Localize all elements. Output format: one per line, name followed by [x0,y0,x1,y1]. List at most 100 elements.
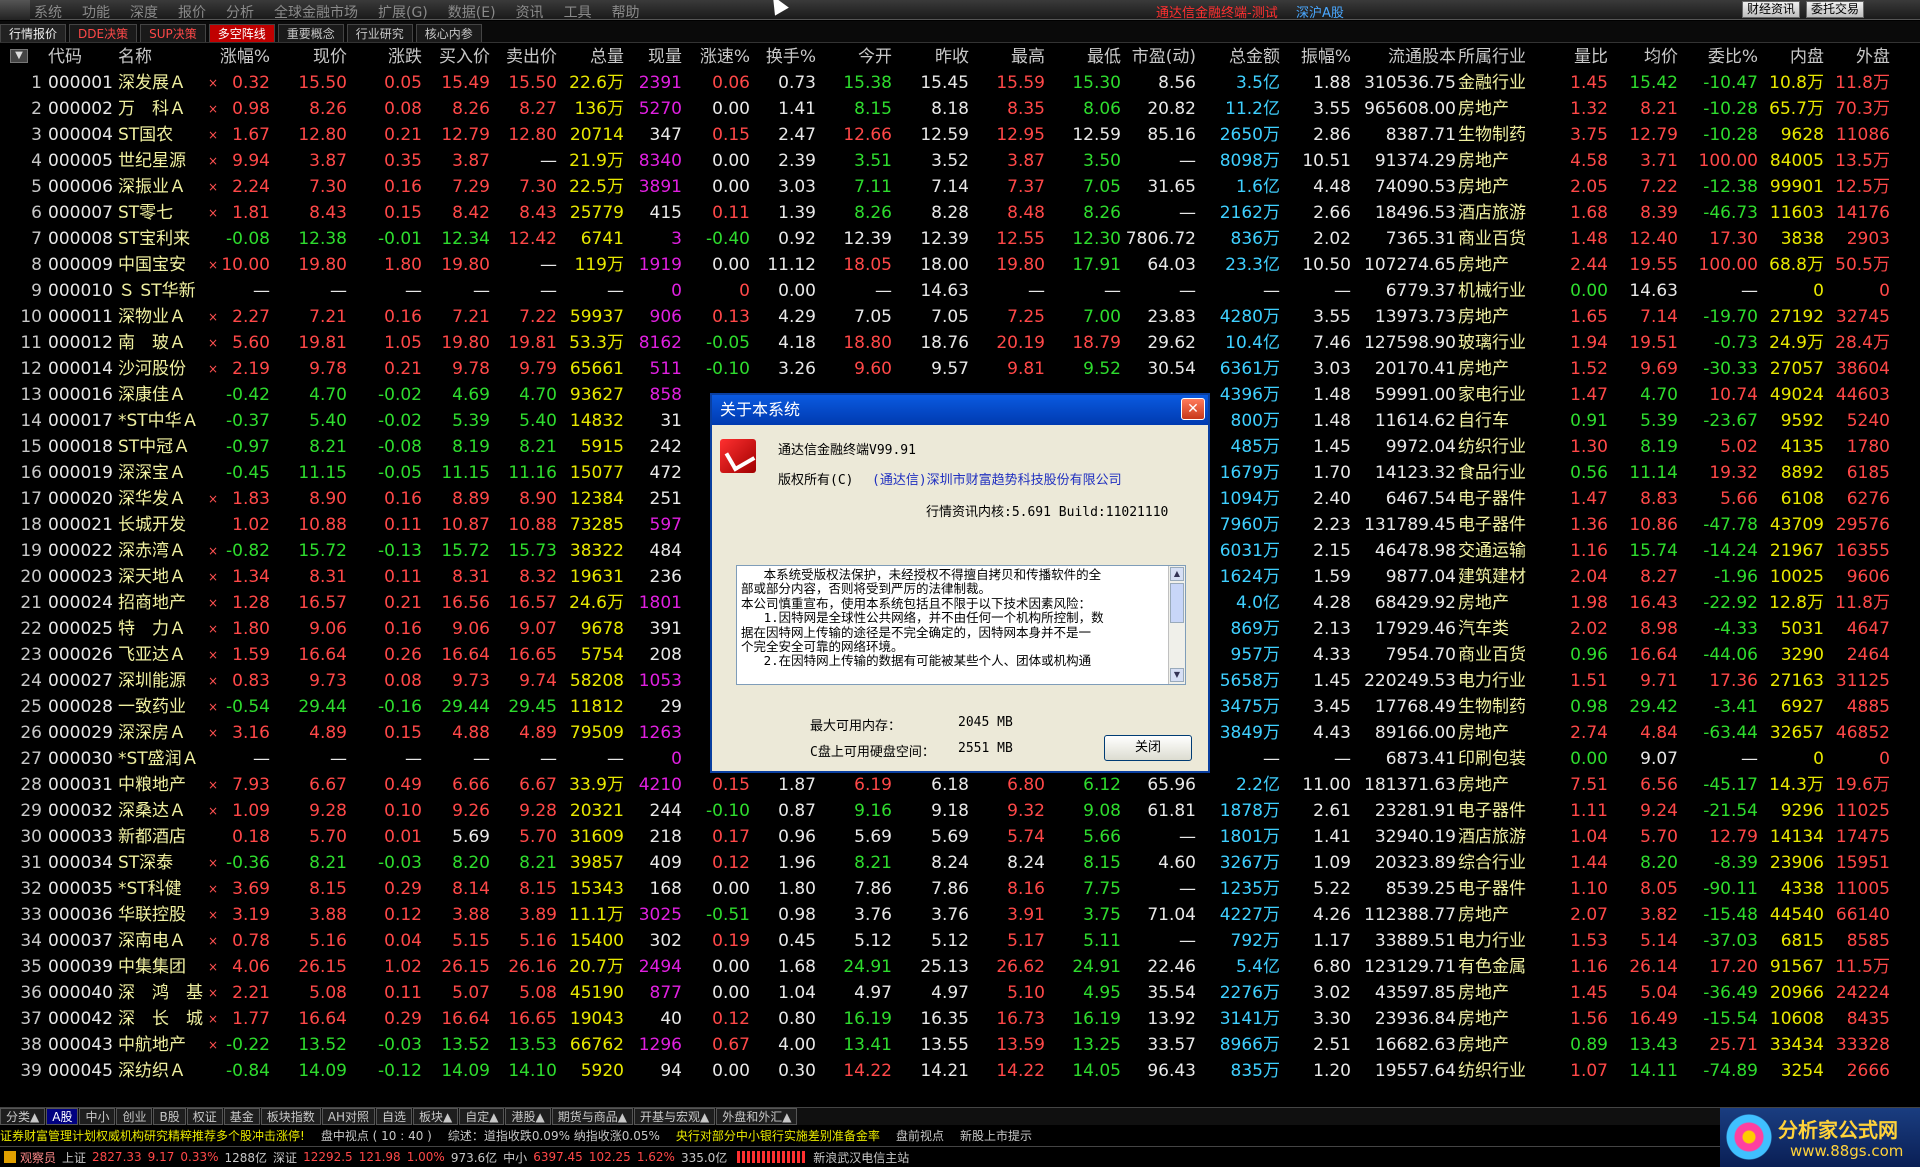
menu-item[interactable]: 分析 [226,2,254,22]
menu-item[interactable]: 深度 [130,2,158,22]
column-header[interactable]: 现量 [626,44,682,70]
tab-item[interactable]: 行业研究 [346,24,413,42]
column-header[interactable]: 所属行业 [1458,44,1554,70]
column-header[interactable]: 最低 [1056,44,1121,70]
table-row[interactable]: 38 000043 中航地产 -0.22 13.52 -0.03 13.52 13.53 667… [0,1032,1920,1058]
tab-item[interactable]: DDE决策 [69,24,138,42]
tab-item[interactable]: SUP决策 [140,24,206,42]
column-header[interactable]: 买入价 [432,44,490,70]
table-row[interactable]: 6 000007 ST零七 1.81 8.43 0.15 8.42 8.43 25779 415 0… [0,200,1920,226]
close-icon[interactable]: ✕ [1181,398,1205,420]
table-row[interactable]: 5 000006 深振业Ａ 2.24 7.30 0.16 7.29 7.30 22.5万 3891… [0,174,1920,200]
column-header[interactable]: 均价 [1614,44,1678,70]
scroll-thumb[interactable] [1170,583,1184,623]
tab-item[interactable]: 多空阵线 [208,24,275,42]
menu-item[interactable]: 数据(E) [448,2,496,22]
column-header[interactable]: 最高 [978,44,1045,70]
table-row[interactable]: 1 000001 深发展Ａ 0.32 15.50 0.05 15.49 15.50 22.6万 2… [0,70,1920,96]
tab-item[interactable]: 重要概念 [277,24,344,42]
table-row[interactable]: 4 000005 世纪星源 9.94 3.87 0.35 3.87 — 21.9万 8340 0.0… [0,148,1920,174]
column-header[interactable]: 总金额 [1198,44,1280,70]
menu-item[interactable]: 帮助 [612,2,640,22]
news-headline[interactable]: 综述：道指收跌0.09% 纳指收涨0.05% [448,1127,660,1144]
column-header[interactable]: 今开 [826,44,892,70]
app-logo-icon[interactable] [0,0,30,20]
table-row[interactable]: 7 000008 ST宝利来 -0.08 12.38 -0.01 12.34 12.42 674… [0,226,1920,252]
news-headline[interactable]: 新股上市提示 [960,1127,1032,1144]
observer-label[interactable]: 观察员 [20,1149,56,1166]
menu-item[interactable]: 工具 [564,2,592,22]
column-header[interactable]: 振幅% [1286,44,1351,70]
license-notice[interactable]: 本系统受版权法保护，未经授权不得擅自拷贝和传播软件的全 部或部分内容，否则将受到… [736,565,1186,685]
table-row[interactable]: 34 000037 深南电Ａ 0.78 5.16 0.04 5.15 5.16 15400 302… [0,928,1920,954]
table-row[interactable]: 29 000032 深桑达Ａ 1.09 9.28 0.10 9.26 9.28 20321 244… [0,798,1920,824]
category-tab[interactable]: 分类▲ [0,1108,46,1125]
column-header[interactable]: 委比% [1686,44,1758,70]
table-row[interactable]: 12 000014 沙河股份 2.19 9.78 0.21 9.78 9.79 65661 511… [0,356,1920,382]
column-header[interactable]: 总量 [558,44,624,70]
column-selector-icon[interactable]: ▼ [10,49,28,63]
category-tab[interactable]: 开基与宏观▲ [633,1108,716,1125]
table-row[interactable]: 39 000045 深纺织Ａ -0.84 14.09 -0.12 14.09 14.10 592… [0,1058,1920,1084]
column-header[interactable]: 涨速% [688,44,750,70]
table-row[interactable]: 30 000033 新都酒店 0.18 5.70 0.01 5.69 5.70 31609 218… [0,824,1920,850]
column-header[interactable]: 内盘 [1760,44,1824,70]
company-link[interactable]: (通达信)深圳市财富趋势科技股份有限公司 [872,469,1122,488]
table-row[interactable]: 35 000039 中集集团 4.06 26.15 1.02 26.15 26.16 20.7万… [0,954,1920,980]
column-header[interactable]: 量比 [1552,44,1608,70]
table-row[interactable]: 11 000012 南 玻Ａ 5.60 19.81 1.05 19.80 19.81 53.3万… [0,330,1920,356]
close-button[interactable]: 关闭 [1104,735,1192,761]
column-header[interactable]: 换手% [760,44,816,70]
category-tab[interactable]: A股 [46,1108,79,1125]
column-header[interactable]: 外盘 [1830,44,1890,70]
category-tab[interactable]: 自选 [376,1108,413,1125]
server-name[interactable]: 新浪武汉电信主站 [813,1149,909,1166]
news-headline[interactable]: 盘前视点 [896,1127,944,1144]
news-button[interactable]: 财经资讯 [1742,1,1801,18]
column-header[interactable]: 代码 [48,44,128,70]
column-header[interactable]: 名称 [118,44,208,70]
column-header[interactable]: 市盈(动) [1124,44,1196,70]
dialog-title-bar[interactable]: 关于本系统 ✕ [712,395,1208,425]
category-tab[interactable]: 板块指数 [260,1108,321,1125]
category-tab[interactable]: 板块▲ [413,1108,459,1125]
column-header[interactable]: 现价 [282,44,347,70]
category-tab[interactable]: 期货与商品▲ [551,1108,633,1125]
menu-item[interactable]: 扩展(G) [378,2,428,22]
table-row[interactable]: 10 000011 深物业Ａ 2.27 7.21 0.16 7.21 7.22 59937 906… [0,304,1920,330]
category-tab[interactable]: 中小 [79,1108,116,1125]
column-header[interactable]: 昨收 [903,44,969,70]
scroll-up-icon[interactable]: ▲ [1170,567,1184,581]
column-header[interactable]: 流通股本 [1354,44,1456,70]
table-row[interactable]: 28 000031 中粮地产 7.93 6.67 0.49 6.66 6.67 33.9万 421… [0,772,1920,798]
table-row[interactable]: 33 000036 华联控股 3.19 3.88 0.12 3.88 3.89 11.1万 302… [0,902,1920,928]
category-tab[interactable]: 权证 [186,1108,223,1125]
table-row[interactable]: 36 000040 深 鸿 基 2.21 5.08 0.11 5.07 5.08 45190 87… [0,980,1920,1006]
table-row[interactable]: 37 000042 深 长 城 1.77 16.64 0.29 16.64 16.65 1904… [0,1006,1920,1032]
column-header[interactable]: 涨跌 [360,44,422,70]
tab-item[interactable]: 核心内参 [415,24,482,42]
menu-item[interactable]: 资讯 [516,2,544,22]
table-row[interactable]: 3 000004 ST国农 1.67 12.80 0.21 12.79 12.80 20714 3… [0,122,1920,148]
category-tab[interactable]: 创业 [116,1108,153,1125]
table-row[interactable]: 2 000002 万 科Ａ 0.98 8.26 0.08 8.26 8.27 136万 5270 0… [0,96,1920,122]
table-row[interactable]: 8 000009 中国宝安 10.00 19.80 1.80 19.80 — 119万 1919 0… [0,252,1920,278]
category-tab[interactable]: 外盘和外汇▲ [716,1108,798,1125]
menu-item[interactable]: 功能 [82,2,110,22]
news-headline[interactable]: 盘中视点 ( 10 : 40 ) [321,1127,432,1144]
column-header[interactable]: 涨幅% [212,44,270,70]
table-row[interactable]: 31 000034 ST深泰 -0.36 8.21 -0.03 8.20 8.21 39857 4… [0,850,1920,876]
tab-item[interactable]: 行情报价 [0,24,67,42]
category-tab[interactable]: B股 [153,1108,186,1125]
trade-button[interactable]: 委托交易 [1806,1,1865,18]
news-headline[interactable]: 证券财富管理计划权威机构研究精粹推荐多个股冲击涨停! [0,1127,305,1144]
category-tab[interactable]: 基金 [223,1108,260,1125]
menu-item[interactable]: 全球金融市场 [274,2,358,22]
notice-scrollbar[interactable]: ▲ ▼ [1168,566,1185,684]
table-row[interactable]: 32 000035 *ST科健 3.69 8.15 0.29 8.14 8.15 15343 16… [0,876,1920,902]
column-header[interactable]: 卖出价 [500,44,557,70]
scroll-down-icon[interactable]: ▼ [1170,668,1184,682]
category-tab[interactable]: 自定▲ [459,1108,505,1125]
news-headline[interactable]: 央行对部分中小银行实施差别准备金率 [676,1127,880,1144]
category-tab[interactable]: 港股▲ [505,1108,551,1125]
